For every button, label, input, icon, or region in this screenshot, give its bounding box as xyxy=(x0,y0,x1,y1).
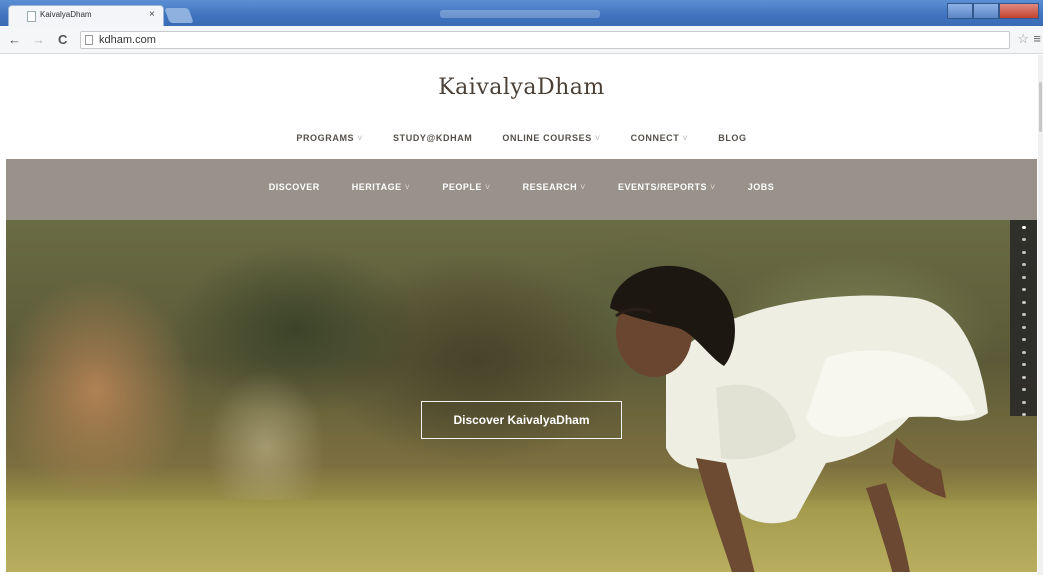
bookmark-star-icon[interactable]: ☆ xyxy=(1017,31,1029,47)
close-icon[interactable]: × xyxy=(149,9,155,20)
discover-kaivalyadham-button[interactable]: Discover KaivalyaDham xyxy=(421,401,622,439)
slide-dot[interactable] xyxy=(1021,275,1026,279)
chevron-down-icon: ˅ xyxy=(484,182,491,192)
top-nav-item-connect[interactable]: CONNECT ˅ xyxy=(631,133,689,143)
hero-background-foliage xyxy=(206,370,326,500)
slide-dot[interactable] xyxy=(1021,288,1026,292)
slide-dot[interactable] xyxy=(1021,350,1026,354)
window-controls xyxy=(947,3,1039,19)
top-nav-item-label: BLOG xyxy=(718,133,747,143)
minimize-button[interactable] xyxy=(947,3,973,19)
chevron-down-icon: ˅ xyxy=(682,133,689,143)
slide-dot[interactable] xyxy=(1021,325,1026,329)
window-title xyxy=(440,10,600,18)
maximize-button[interactable] xyxy=(973,3,999,19)
sub-nav-item-jobs[interactable]: JOBS xyxy=(748,182,775,192)
sub-nav-item-label: RESEARCH xyxy=(522,182,578,192)
chevron-down-icon: ˅ xyxy=(709,182,716,192)
tab-title: KaivalyaDham xyxy=(40,10,92,19)
slide-dot[interactable] xyxy=(1021,263,1026,267)
site-logo[interactable]: KaivalyaDham xyxy=(0,75,1043,100)
slide-dot[interactable] xyxy=(1021,238,1026,242)
sub-nav-item-research[interactable]: RESEARCH ˅ xyxy=(523,182,586,192)
top-nav: PROGRAMS ˅ STUDY@KDHAM ONLINE COURSES ˅ CONNE… xyxy=(0,133,1043,143)
page-scrollbar[interactable] xyxy=(1038,55,1043,575)
slide-dot[interactable] xyxy=(1021,300,1026,304)
hero-yoga-person-image xyxy=(610,265,988,572)
scrollbar-thumb[interactable] xyxy=(1039,82,1042,132)
sub-nav-item-label: PEOPLE xyxy=(442,182,482,192)
top-nav-item-label: CONNECT xyxy=(630,133,680,143)
sub-nav-items: DISCOVER HERITAGE ˅ PEOPLE ˅ RESEARCH ˅ EVENTS/… xyxy=(6,182,1037,192)
close-window-button[interactable] xyxy=(999,3,1039,19)
menu-icon[interactable]: ≡ xyxy=(1033,31,1041,46)
back-icon[interactable]: ← xyxy=(8,32,21,47)
slide-dot[interactable] xyxy=(1021,375,1026,379)
sub-nav-item-events-reports[interactable]: EVENTS/REPORTS ˅ xyxy=(618,182,716,192)
new-tab-button[interactable] xyxy=(164,8,194,23)
hero-banner: Discover KaivalyaDham xyxy=(6,220,1037,572)
sub-nav-item-label: JOBS xyxy=(747,182,775,192)
top-nav-item-blog[interactable]: BLOG xyxy=(718,133,746,143)
browser-titlebar: KaivalyaDham × xyxy=(0,0,1043,26)
forward-icon[interactable]: → xyxy=(32,32,45,47)
slide-dot[interactable] xyxy=(1021,388,1026,392)
page-icon xyxy=(85,35,93,45)
browser-toolbar: ← → C kdham.com ☆ ≡ xyxy=(0,26,1043,54)
top-nav-item-label: PROGRAMS xyxy=(296,133,355,143)
browser-tab[interactable]: KaivalyaDham × xyxy=(8,5,164,26)
sub-nav-item-people[interactable]: PEOPLE ˅ xyxy=(442,182,490,192)
sub-nav-item-discover[interactable]: DISCOVER xyxy=(269,182,320,192)
page-icon xyxy=(27,11,36,22)
slide-dot[interactable] xyxy=(1021,363,1026,367)
slide-dot[interactable] xyxy=(1021,226,1026,229)
slide-dot[interactable] xyxy=(1021,400,1026,404)
sub-nav-item-label: HERITAGE xyxy=(351,182,402,192)
chevron-down-icon: ˅ xyxy=(357,133,364,143)
sub-nav: DISCOVER HERITAGE ˅ PEOPLE ˅ RESEARCH ˅ EVENTS/… xyxy=(6,159,1037,220)
chevron-down-icon: ˅ xyxy=(594,133,601,143)
address-bar[interactable]: kdham.com xyxy=(80,31,1010,49)
sub-nav-item-label: EVENTS/REPORTS xyxy=(617,182,707,192)
slide-dot[interactable] xyxy=(1021,313,1026,317)
top-nav-item-label: STUDY@KDHAM xyxy=(393,133,473,143)
top-nav-item-label: ONLINE COURSES xyxy=(502,133,592,143)
slide-dot[interactable] xyxy=(1021,413,1026,416)
top-nav-item-study-kdham[interactable]: STUDY@KDHAM xyxy=(393,133,472,143)
site-header: KaivalyaDham PROGRAMS ˅ STUDY@KDHAM ONLINE … xyxy=(0,55,1043,159)
top-nav-item-programs[interactable]: PROGRAMS ˅ xyxy=(296,133,363,143)
reload-icon[interactable]: C xyxy=(58,32,67,47)
slide-dot[interactable] xyxy=(1021,338,1026,342)
chevron-down-icon: ˅ xyxy=(580,182,586,192)
url-text[interactable]: kdham.com xyxy=(99,34,156,46)
slide-dot[interactable] xyxy=(1021,250,1026,254)
slider-pagination xyxy=(1010,220,1037,416)
sub-nav-item-heritage[interactable]: HERITAGE ˅ xyxy=(352,182,411,192)
chevron-down-icon: ˅ xyxy=(404,182,411,192)
sub-nav-item-label: DISCOVER xyxy=(268,182,320,192)
top-nav-item-online-courses[interactable]: ONLINE COURSES ˅ xyxy=(502,133,600,143)
